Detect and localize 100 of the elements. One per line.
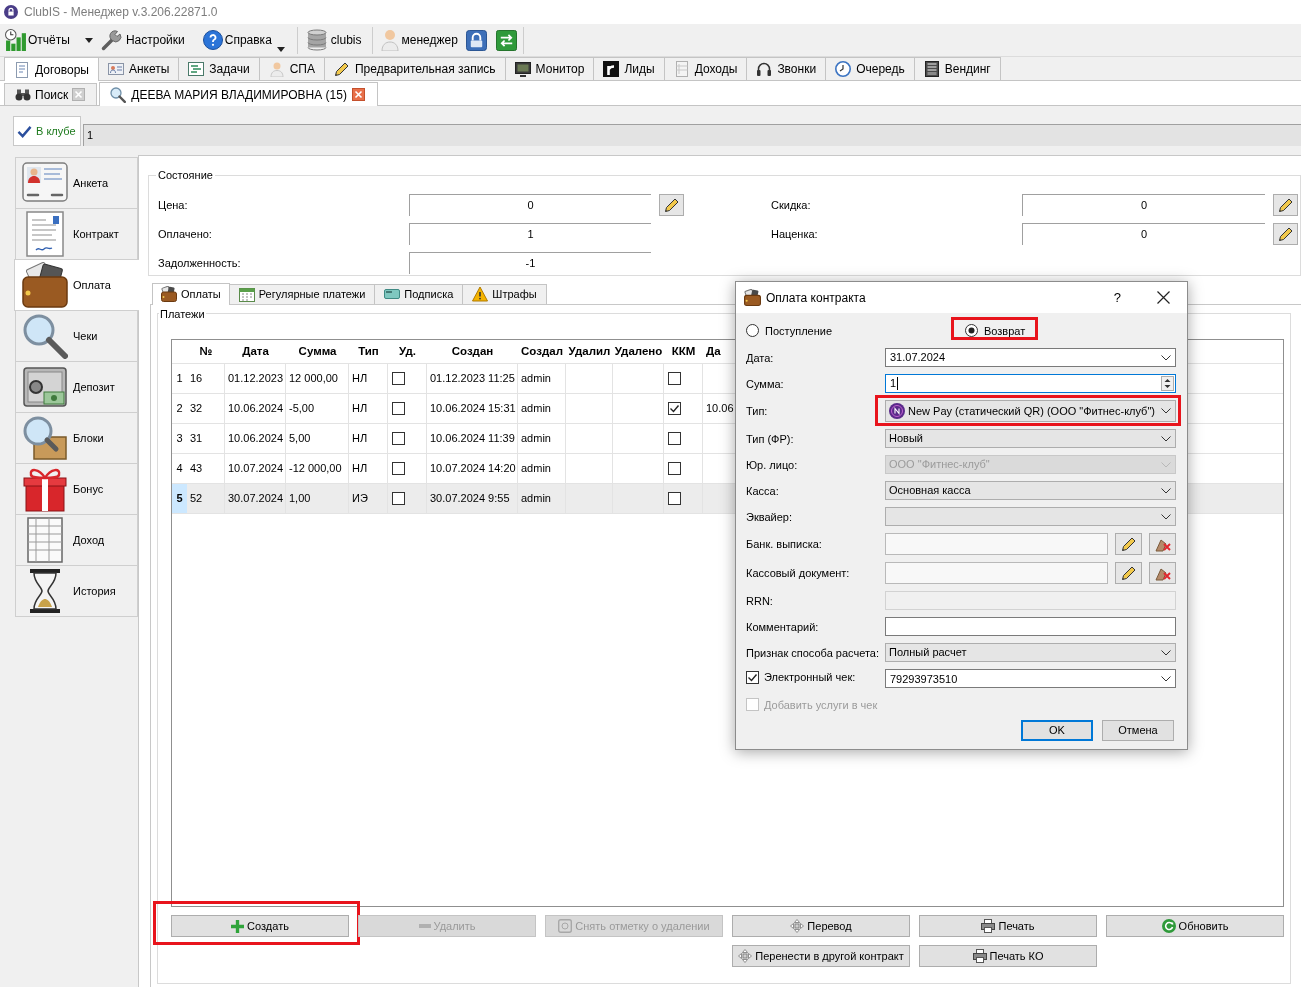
lock-icon[interactable] <box>465 29 487 51</box>
sidebar-item[interactable]: Анкета <box>15 157 138 209</box>
radio-option[interactable]: Возврат <box>965 322 1026 340</box>
close-icon[interactable] <box>1157 291 1170 304</box>
table-cell-text: 5,00 <box>289 431 311 447</box>
pencil-icon <box>333 61 350 77</box>
clear-button[interactable] <box>1149 533 1176 555</box>
tab[interactable]: Вендинг <box>913 57 1001 80</box>
table-cell-text: 12 000,00 <box>289 371 338 387</box>
edit-button[interactable] <box>1115 562 1142 584</box>
toolbar-button[interactable]: Отчёты <box>3 27 95 53</box>
status-tab[interactable]: В клубе <box>13 116 81 146</box>
checkbox-icon[interactable] <box>668 462 681 475</box>
dialog-button[interactable]: OK <box>1021 719 1093 741</box>
table-cell-text: admin <box>521 491 551 507</box>
tab[interactable]: Подписка <box>374 283 464 304</box>
sidebar-item[interactable]: Бонус <box>15 463 138 515</box>
pencil-icon <box>1277 225 1294 242</box>
table-cell-text: -5,00 <box>289 401 315 417</box>
sidebar-item[interactable]: Блоки <box>15 412 138 464</box>
text-field[interactable] <box>885 562 1108 584</box>
swap-arrows-icon[interactable] <box>495 29 517 51</box>
clear-button[interactable] <box>1149 562 1176 584</box>
action-button[interactable]: Перевод <box>732 915 910 937</box>
checkbox-icon[interactable] <box>668 432 681 445</box>
dialog-button[interactable]: Отмена <box>1102 719 1174 741</box>
chevron-down-icon <box>1161 354 1171 361</box>
sidebar-item[interactable]: Оплата <box>14 259 139 311</box>
toolbar-button[interactable]: clubis <box>303 27 364 53</box>
sidebar-item[interactable]: Контракт <box>15 208 138 260</box>
table-cell-text: 10.06.2024 <box>228 401 284 417</box>
field-label: Наценка: <box>771 227 818 240</box>
sidebar-item[interactable]: Доход <box>15 514 138 566</box>
tab[interactable]: Договоры <box>4 57 99 81</box>
table-cell-text: 10.06.2024 <box>228 431 284 447</box>
tab[interactable]: Лиды <box>593 57 665 80</box>
tab[interactable]: Штрафы <box>462 283 547 304</box>
edit-button[interactable] <box>1273 222 1298 245</box>
dropdown[interactable]: New Pay (статический QR) (ООО "Фитнес-клуб") <box>885 400 1176 422</box>
text-field[interactable] <box>885 533 1108 555</box>
sidebar-item[interactable]: История <box>15 565 138 617</box>
edit-button[interactable] <box>1115 533 1142 555</box>
table-cell-text: НЛ <box>352 401 368 417</box>
field-label: Кассовый документ: <box>746 567 850 579</box>
ledger-icon <box>673 61 690 77</box>
toolbar-button[interactable]: Справка <box>200 27 287 53</box>
refresh-icon <box>1161 919 1176 933</box>
checkbox-icon[interactable] <box>392 462 405 475</box>
safe-icon <box>22 364 68 410</box>
tab[interactable]: Доходы <box>663 57 748 80</box>
dropdown[interactable]: Новый <box>885 429 1176 448</box>
action-button[interactable]: Перенести в другой контракт <box>732 945 910 967</box>
document-tab[interactable]: ДЕЕВА МАРИЯ ВЛАДИМИРОВНА (15) <box>99 82 378 106</box>
field-label: Банк. выписка: <box>746 538 822 550</box>
tab[interactable]: Очередь <box>825 57 915 80</box>
radio-option[interactable]: Поступление <box>746 322 832 340</box>
tab[interactable]: Монитор <box>504 57 595 80</box>
table-cell-text: 52 <box>190 491 203 507</box>
checkbox-icon[interactable] <box>746 670 759 684</box>
field-label: Тип: <box>746 405 768 417</box>
action-button[interactable]: Обновить <box>1106 915 1284 937</box>
checkbox-icon[interactable] <box>668 402 681 415</box>
dropdown[interactable]: Полный расчет <box>885 643 1176 662</box>
radio-icon[interactable] <box>965 324 978 338</box>
checkbox-icon[interactable] <box>668 372 681 385</box>
tab[interactable]: СПА <box>258 57 325 80</box>
radio-icon[interactable] <box>746 324 759 338</box>
checkbox-icon[interactable] <box>392 402 405 415</box>
action-button[interactable]: Печать <box>919 915 1097 937</box>
help-icon <box>202 30 223 50</box>
column-header: Сумма <box>298 344 337 360</box>
pencil-icon <box>1277 196 1294 213</box>
text-field[interactable] <box>885 617 1176 636</box>
toolbar-button[interactable]: менеджер <box>378 27 460 53</box>
table-cell-text: ИЭ <box>352 491 368 507</box>
edit-button[interactable] <box>659 193 684 216</box>
checkbox-icon[interactable] <box>668 492 681 505</box>
sidebar-item[interactable]: Чеки <box>15 310 138 362</box>
tab[interactable]: Регулярные платежи <box>228 283 376 304</box>
combo-box[interactable]: 31.07.2024 <box>885 348 1176 367</box>
checkbox-icon[interactable] <box>392 432 405 445</box>
table-cell-text: admin <box>521 431 551 447</box>
checkbox-icon[interactable] <box>392 492 405 505</box>
number-field[interactable]: 1 <box>885 374 1176 393</box>
value-field: 0 <box>409 193 651 216</box>
document-tab[interactable]: Поиск <box>4 83 98 105</box>
action-button[interactable]: Печать КО <box>919 945 1097 967</box>
sidebar-item[interactable]: Депозит <box>15 361 138 413</box>
tab[interactable]: Оплаты <box>152 282 230 305</box>
help-button[interactable]: ? <box>1111 287 1123 308</box>
toolbar-button[interactable]: Настройки <box>98 27 187 53</box>
vending-machine-icon <box>923 61 940 77</box>
combo-box[interactable]: 79293973510 <box>885 669 1176 689</box>
checkbox-option[interactable]: Электронный чек: <box>746 669 856 686</box>
search-icon <box>110 86 127 103</box>
dropdown[interactable]: Основная касса <box>885 481 1176 500</box>
edit-button[interactable] <box>1273 193 1298 216</box>
pencil-icon <box>663 196 680 213</box>
action-button[interactable]: Создать <box>171 915 349 937</box>
checkbox-icon[interactable] <box>392 372 405 385</box>
